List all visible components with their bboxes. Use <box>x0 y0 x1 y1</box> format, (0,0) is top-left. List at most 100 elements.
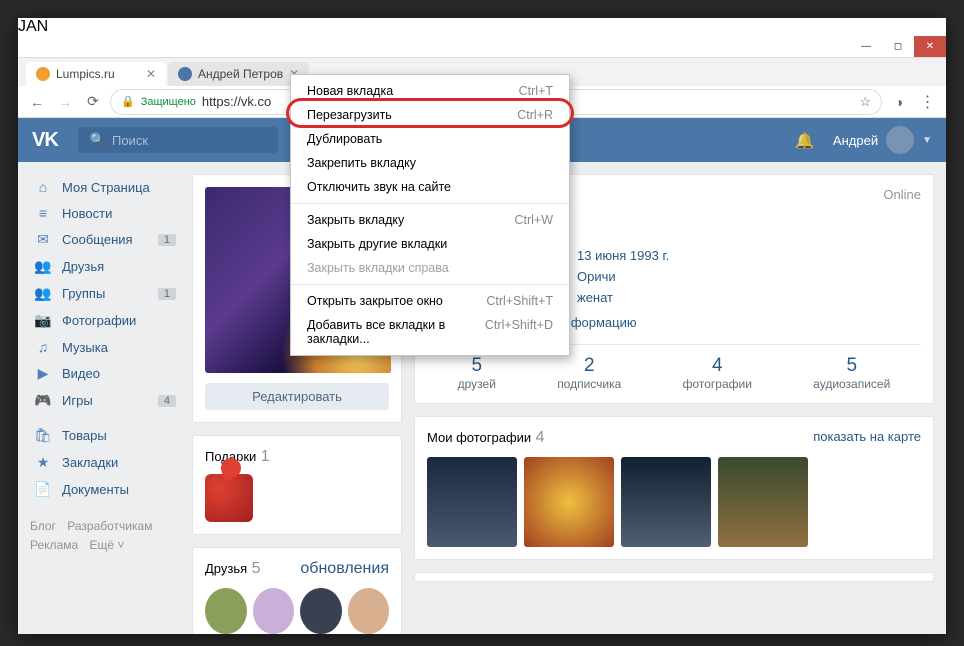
menu-shortcut: Ctrl+T <box>519 84 553 98</box>
nav-badge: 1 <box>158 288 176 300</box>
maximize-button[interactable]: ◻ <box>882 36 914 57</box>
footer-link[interactable]: Реклама <box>30 538 78 552</box>
friend-avatar[interactable] <box>205 588 247 634</box>
friend-avatar[interactable] <box>253 588 295 634</box>
sidebar-item[interactable]: ▶ Видео <box>30 360 180 387</box>
avatar <box>886 126 914 154</box>
menu-dots-icon[interactable]: ⋮ <box>916 91 938 113</box>
sidebar-item[interactable]: 🎮Игры4 <box>30 387 180 414</box>
context-menu-item[interactable]: Новая вкладкаCtrl+T <box>291 79 569 103</box>
context-menu-item[interactable]: Перезагрузить Ctrl+R <box>291 103 569 127</box>
sidebar-item[interactable]: 🛍Товары <box>30 422 180 449</box>
menu-label: Дублировать <box>307 132 382 146</box>
menu-shortcut: Ctrl+W <box>514 213 553 227</box>
search-placeholder: Поиск <box>112 133 148 148</box>
close-button[interactable]: ✕ <box>914 36 946 57</box>
nav-label: Друзья <box>62 259 104 274</box>
photo-thumb[interactable] <box>621 457 711 547</box>
sidebar-item[interactable]: 📄Документы <box>30 476 180 503</box>
sidebar-item[interactable]: ♫Музыка <box>30 334 180 360</box>
bookmark-star-icon[interactable]: ☆ <box>859 94 871 110</box>
nav-icon: ★ <box>34 454 52 471</box>
context-menu-item[interactable]: Закрыть другие вкладки <box>291 232 569 256</box>
sidebar-item[interactable]: 👥Группы1 <box>30 280 180 307</box>
username: Андрей <box>833 133 878 148</box>
context-menu-item[interactable]: Отключить звук на сайте <box>291 175 569 199</box>
context-menu-item[interactable]: Закрыть вкладкуCtrl+W <box>291 208 569 232</box>
stat-item[interactable]: 5друзей <box>458 355 496 391</box>
menu-label: Закрепить вкладку <box>307 156 416 170</box>
menu-shortcut: Ctrl+Shift+T <box>486 294 553 308</box>
extension-icon[interactable]: ◑ <box>888 91 910 113</box>
photo-thumb[interactable] <box>524 457 614 547</box>
nav-icon: 🎮 <box>34 392 52 409</box>
context-menu-item[interactable]: Добавить все вкладки в закладки...Ctrl+S… <box>291 313 569 351</box>
sidebar-item[interactable]: ≡Новости <box>30 200 180 226</box>
sidebar-item[interactable]: 👥Друзья <box>30 253 180 280</box>
photos-title[interactable]: Мои фотографии <box>427 430 531 445</box>
back-icon[interactable]: ← <box>26 91 48 113</box>
footer-link[interactable]: Разработчикам <box>67 519 152 533</box>
url-text: https://vk.co <box>202 94 271 109</box>
stat-number: 2 <box>557 355 621 377</box>
friend-avatar[interactable] <box>300 588 342 634</box>
photo-thumb[interactable] <box>427 457 517 547</box>
os-user-badge: JAN <box>18 18 946 36</box>
menu-shortcut: Ctrl+R <box>517 108 553 122</box>
forward-icon[interactable]: → <box>54 91 76 113</box>
tab-title: Андрей Петров <box>198 67 283 81</box>
nav-icon: ⌂ <box>34 179 52 195</box>
sidebar-item[interactable]: ★Закладки <box>30 449 180 476</box>
footer-link[interactable]: Ещё ˅ <box>89 538 124 552</box>
stat-item[interactable]: 4фотографии <box>683 355 752 391</box>
info-birthday[interactable]: 13 июня 1993 г. <box>577 248 669 263</box>
reload-icon[interactable]: ⟳ <box>82 91 104 113</box>
minimize-button[interactable]: — <box>850 36 882 57</box>
photos-card: Мои фотографии 4 показать на карте <box>414 416 934 560</box>
edit-button[interactable]: Редактировать <box>205 383 389 410</box>
friends-updates-link[interactable]: обновления <box>300 560 389 578</box>
nav-icon: ♫ <box>34 339 52 355</box>
info-status: женат <box>577 290 613 305</box>
sidebar-item[interactable]: 📷Фотографии <box>30 307 180 334</box>
photos-count: 4 <box>536 429 545 446</box>
lock-icon: 🔒 <box>121 95 135 108</box>
nav-icon: ✉ <box>34 231 52 248</box>
show-on-map-link[interactable]: показать на карте <box>813 429 921 444</box>
nav-icon: 🛍 <box>34 427 52 444</box>
menu-label: Добавить все вкладки в закладки... <box>307 318 485 346</box>
friends-card: Друзья 5 обновления <box>192 547 402 634</box>
browser-tab[interactable]: Lumpics.ru ✕ <box>26 62 166 86</box>
browser-tab[interactable]: Андрей Петров ✕ <box>168 62 309 86</box>
nav-label: Видео <box>62 366 100 381</box>
photo-thumb[interactable] <box>718 457 808 547</box>
stat-item[interactable]: 5аудиозаписей <box>813 355 890 391</box>
friends-title[interactable]: Друзья <box>205 561 247 576</box>
sidebar-item[interactable]: ✉Сообщения1 <box>30 226 180 253</box>
nav-label: Фотографии <box>62 313 136 328</box>
vk-logo[interactable]: VK <box>32 129 58 152</box>
context-menu-item[interactable]: Закрепить вкладку <box>291 151 569 175</box>
header-user[interactable]: Андрей ▼ <box>833 126 932 154</box>
footer-link[interactable]: Блог <box>30 519 56 533</box>
stat-label: друзей <box>458 377 496 391</box>
tab-close-icon[interactable]: ✕ <box>146 67 156 81</box>
context-menu-item[interactable]: Открыть закрытое окноCtrl+Shift+T <box>291 289 569 313</box>
info-city[interactable]: Оричи <box>577 269 616 284</box>
menu-label: Закрыть другие вкладки <box>307 237 447 251</box>
sidebar: ⌂Моя Страница≡Новости✉Сообщения1👥Друзья👥… <box>30 174 180 634</box>
sidebar-item[interactable]: ⌂Моя Страница <box>30 174 180 200</box>
nav-icon: 👥 <box>34 285 52 302</box>
nav-label: Документы <box>62 482 129 497</box>
search-input[interactable]: 🔍 Поиск <box>78 127 278 153</box>
notifications-icon[interactable]: 🔔 <box>795 131 813 149</box>
context-menu-item[interactable]: Дублировать <box>291 127 569 151</box>
menu-label: Перезагрузить <box>307 108 392 122</box>
nav-icon: ▶ <box>34 365 52 382</box>
nav-badge: 4 <box>158 395 176 407</box>
gift-item[interactable] <box>205 474 253 522</box>
stat-item[interactable]: 2подписчика <box>557 355 621 391</box>
partial-card <box>414 572 934 582</box>
context-menu-item: Закрыть вкладки справа <box>291 256 569 280</box>
friend-avatar[interactable] <box>348 588 390 634</box>
